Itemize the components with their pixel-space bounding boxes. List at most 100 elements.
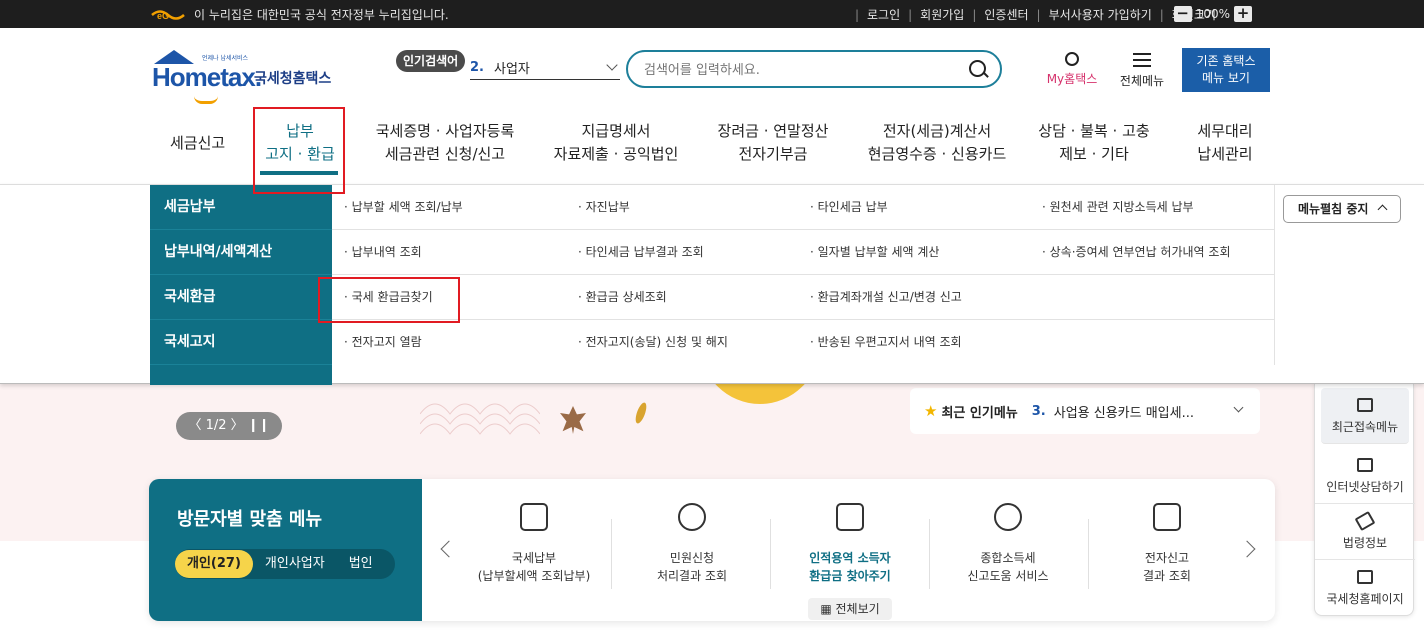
banner-pager[interactable]: 〈 1/2 〉 ❙❙ <box>176 412 282 440</box>
visitor-item-tax-payment[interactable]: 국세납부 (납부할세액 조회납부) <box>455 503 613 599</box>
leaf-icon <box>633 401 649 425</box>
menu-link[interactable]: · 전자고지(송달) 신청 및 해지 <box>578 333 728 350</box>
nav-incentive[interactable]: 장려금 · 연말정산 전자기부금 <box>712 120 834 166</box>
old-site-menu-button[interactable]: 기존 홈택스 메뉴 보기 <box>1182 48 1270 92</box>
popular-menu-label: 최근 인기메뉴 <box>941 405 1018 421</box>
visitor-item-income-tax-help[interactable]: 종합소득세 신고도움 서비스 <box>929 503 1087 599</box>
visitor-item-label: 종합소득세 <box>980 551 1036 565</box>
nav-label: 납세관리 <box>1197 145 1253 163</box>
maple-leaf-icon <box>560 406 586 434</box>
popular-search-rank: 2. <box>470 60 484 75</box>
signup-link[interactable]: 회원가입 <box>920 6 964 23</box>
quick-internet-consult[interactable]: 인터넷상담하기 <box>1315 448 1415 504</box>
receipt-icon <box>836 503 864 531</box>
hamburger-icon <box>1133 53 1151 67</box>
visitor-item-e-filing-result[interactable]: 전자신고 결과 조회 <box>1088 503 1246 599</box>
dept-user-signup-link[interactable]: 부서사용자 가입하기 <box>1049 6 1152 23</box>
menu-link[interactable]: · 납부할 세액 조회/납부 <box>344 198 463 215</box>
gov-notice: eG 이 누리집은 대한민국 공식 전자정부 누리집입니다. <box>150 6 449 23</box>
menu-expand-stop-button[interactable]: 메뉴펼침 중지 <box>1283 195 1401 223</box>
quick-label: 법령정보 <box>1342 536 1388 550</box>
menu-row: · 국세 환급금찾기 · 환급금 상세조회 · 환급계좌개설 신고/변경 신고 <box>332 275 1274 320</box>
menu-link[interactable]: · 전자고지 열람 <box>344 333 422 350</box>
search-box <box>626 50 1002 88</box>
money-bag-icon <box>678 503 706 531</box>
highlight-box-nav <box>253 107 345 194</box>
menu-link[interactable]: · 반송된 우편고지서 내역 조회 <box>810 333 962 350</box>
hometax-logo[interactable]: 언제나 납세서비스 Hometax. 국세청홈택스 <box>150 50 340 104</box>
quick-recent-menu[interactable]: 최근접속메뉴 <box>1321 388 1409 444</box>
nav-label: 현금영수증 · 신용카드 <box>867 145 1007 163</box>
quick-law-info[interactable]: 법령정보 <box>1315 504 1415 560</box>
menu-link[interactable]: · 타인세금 납부결과 조회 <box>578 243 704 260</box>
visitor-item-label: 처리결과 조회 <box>656 569 728 583</box>
all-menu-label: 전체메뉴 <box>1119 74 1165 88</box>
nav-label: 제보 · 기타 <box>1059 145 1129 163</box>
popular-menu-text: 사업용 신용카드 매입세... <box>1053 405 1194 421</box>
category-refund[interactable]: 국세환급 <box>150 275 332 320</box>
nav-payment-statement[interactable]: 지급명세서 자료제출 · 공익법인 <box>550 120 682 166</box>
divider <box>611 519 612 589</box>
document-icon <box>520 503 548 531</box>
top-bar: eG 이 누리집은 대한민국 공식 전자정부 누리집입니다. | 로그인 | 회… <box>0 0 1424 28</box>
category-payment-history[interactable]: 납부내역/세액계산 <box>150 230 332 275</box>
menu-link[interactable]: · 환급계좌개설 신고/변경 신고 <box>810 288 962 305</box>
cert-center-link[interactable]: 인증센터 <box>984 6 1028 23</box>
all-menu-button[interactable]: 전체메뉴 <box>1112 50 1172 89</box>
chevron-down-icon <box>1233 402 1244 413</box>
zoom-out-icon[interactable]: − <box>1173 6 1192 22</box>
login-link[interactable]: 로그인 <box>867 6 900 23</box>
see-all-label: 전체보기 <box>835 602 880 616</box>
edit-document-icon <box>1357 570 1373 584</box>
visitor-item-civil-result[interactable]: 민원신청 처리결과 조회 <box>613 503 771 599</box>
nav-tax-agent[interactable]: 세무대리 납세관리 <box>1190 120 1260 166</box>
popular-search-term: 사업자 <box>493 62 530 77</box>
nav-invoice[interactable]: 전자(세금)계산서 현금영수증 · 신용카드 <box>864 120 1010 166</box>
nav-tax-report[interactable]: 세금신고 <box>170 132 225 155</box>
visitor-tabs: 개인(27) 개인사업자 법인 <box>175 549 395 579</box>
logo-tagline: 언제나 납세서비스 <box>202 55 249 62</box>
recent-popular-menu[interactable]: ★ 최근 인기메뉴 3. 사업용 신용카드 매입세... <box>910 388 1260 434</box>
zoom-in-icon[interactable]: + <box>1234 6 1252 22</box>
menu-link[interactable]: · 타인세금 납부 <box>810 198 888 215</box>
tab-sole-proprietor[interactable]: 개인사업자 <box>253 550 337 578</box>
my-hometax-label: My홈택스 <box>1046 72 1098 86</box>
menu-link[interactable]: · 상속·증여세 연부연납 허가내역 조회 <box>1042 243 1231 260</box>
nav-label: 장려금 · 연말정산 <box>717 122 829 140</box>
tab-corporation[interactable]: 법인 <box>337 550 385 578</box>
heart-hands-icon <box>994 503 1022 531</box>
popular-search-badge: 인기검색어 <box>396 50 466 72</box>
my-hometax-button[interactable]: My홈택스 <box>1040 50 1104 87</box>
menu-link[interactable]: · 환급금 상세조회 <box>578 288 667 305</box>
nav-label: 자료제출 · 공익법인 <box>553 145 679 163</box>
top-links: | 로그인 | 회원가입 | 인증센터 | 부서사용자 가입하기 | 화면크기 <box>854 6 1216 23</box>
menu-divider <box>1274 185 1275 365</box>
visitor-item-label: 환급금 찾아주기 <box>809 569 891 583</box>
category-notice[interactable]: 국세고지 <box>150 320 332 365</box>
see-all-button[interactable]: ▦ 전체보기 <box>808 598 892 620</box>
printer-icon <box>1153 503 1181 531</box>
egov-logo-icon: eG <box>151 9 185 21</box>
popular-menu-rank: 3. <box>1031 403 1046 419</box>
search-input[interactable] <box>644 59 944 81</box>
tab-individual[interactable]: 개인(27) <box>175 550 253 578</box>
popular-search-select[interactable]: 2. 사업자 <box>470 56 620 80</box>
search-icon[interactable] <box>969 60 986 77</box>
quick-menu: 최근접속메뉴 인터넷상담하기 법령정보 국세청홈페이지 <box>1314 384 1415 616</box>
menu-link[interactable]: · 원천세 관련 지방소득세 납부 <box>1042 198 1194 215</box>
menu-stop-label: 메뉴펼침 중지 <box>1298 202 1369 216</box>
nav-label: 세무대리 <box>1197 122 1253 140</box>
menu-link[interactable]: · 일자별 납부할 세액 계산 <box>810 243 939 260</box>
zoom-level: 100% <box>1195 7 1230 21</box>
nav-certificate[interactable]: 국세증명 · 사업자등록 세금관련 신청/신고 <box>372 120 518 166</box>
nav-consult[interactable]: 상담 · 불복 · 고충 제보 · 기타 <box>1030 120 1158 166</box>
menu-link[interactable]: · 납부내역 조회 <box>344 243 422 260</box>
menu-link[interactable]: · 자진납부 <box>578 198 630 215</box>
nav-label: 전자(세금)계산서 <box>882 122 992 140</box>
visitor-item-freelancer-refund[interactable]: 인적용역 소득자 환급금 찾아주기 <box>771 503 929 599</box>
quick-nts-homepage[interactable]: 국세청홈페이지 <box>1315 560 1415 616</box>
nav-label: 상담 · 불복 · 고충 <box>1038 122 1150 140</box>
category-column-bottom <box>150 365 332 385</box>
menu-row: · 납부할 세액 조회/납부 · 자진납부 · 타인세금 납부 · 원천세 관련… <box>332 185 1274 230</box>
sun-illustration <box>700 384 820 404</box>
